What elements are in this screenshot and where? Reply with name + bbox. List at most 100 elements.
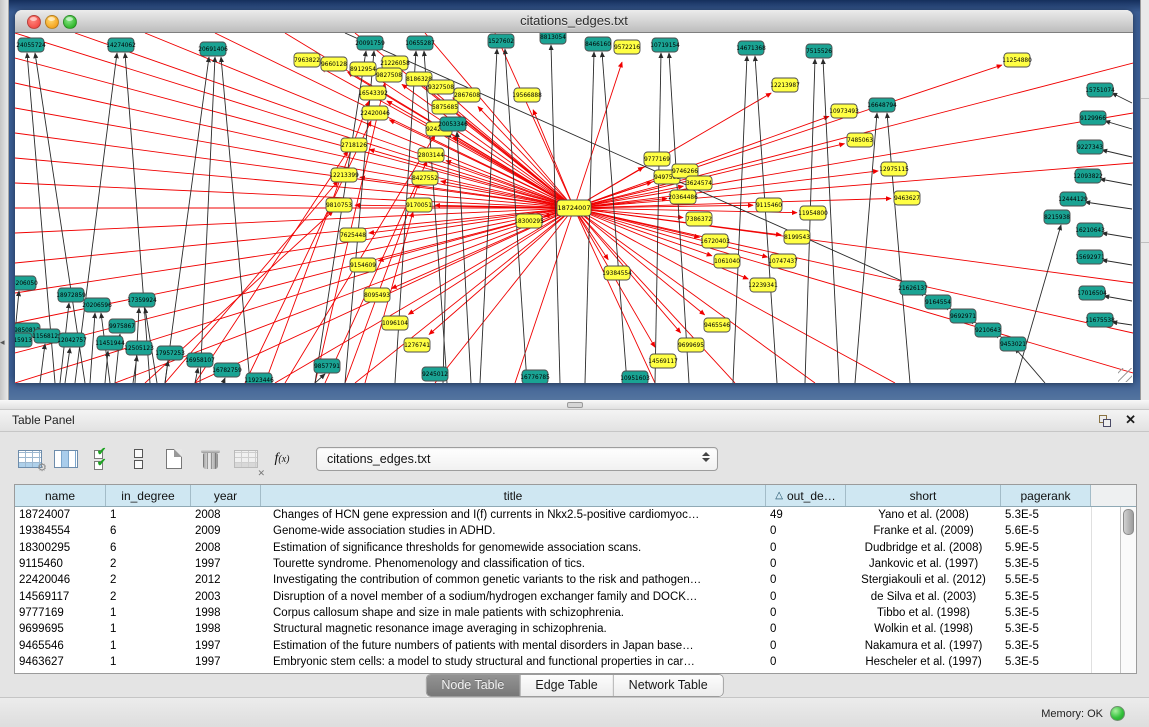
graph-edge-black[interactable] [90,313,95,383]
graph-edge-black[interactable] [1102,150,1132,157]
column-header-title[interactable]: title [261,485,766,506]
graph-edge-black[interactable] [1015,348,1045,383]
graph-node-1061040[interactable]: 1061040 [714,254,740,268]
table-cell-out_degree[interactable]: 0 [766,558,846,570]
table-cell-short[interactable]: Wolkin et al. (1998) [846,623,1001,635]
table-cell-short[interactable]: Stergiakouli et al. (2012) [846,574,1001,586]
graph-edge-red[interactable] [574,116,829,208]
table-cell-year[interactable]: 1997 [191,558,261,570]
graph-node-18724007[interactable]: 18724007 [557,200,591,216]
collapse-panel-arrow-icon[interactable]: ◂ [0,338,5,347]
table-cell-name[interactable]: 14569117 [15,591,106,603]
graph-edge-black[interactable] [1015,225,1061,383]
table-cell-title[interactable]: Investigating the contribution of common… [261,574,766,586]
table-cell-name[interactable]: 9115460 [15,558,106,570]
graph-node-8199543[interactable]: 8199543 [784,230,810,244]
graph-node-9164554[interactable]: 9164554 [925,295,951,309]
table-selector-dropdown[interactable]: citations_edges.txt [316,447,718,471]
graph-node-3624574[interactable]: 3624574 [686,176,712,190]
graph-node-8427552[interactable]: 8427552 [412,171,438,185]
graph-node-19384554[interactable]: 19384554 [602,266,632,280]
table-cell-short[interactable]: Jankovic et al. (1997) [846,558,1001,570]
table-cell-out_degree[interactable]: 0 [766,640,846,652]
table-row[interactable]: 1938455462009Genome-wide association stu… [15,523,1091,539]
graph-edge-black[interactable] [221,57,250,383]
table-cell-year[interactable]: 2003 [191,591,261,603]
table-cell-title[interactable]: Estimation of significance thresholds fo… [261,542,766,554]
table-cell-title[interactable]: Estimation of the future numbers of pati… [261,640,766,652]
graph-edge-black[interactable] [1102,260,1132,265]
table-cell-pagerank[interactable]: 5.3E-5 [1001,509,1091,521]
vertical-scrollbar[interactable] [1120,507,1136,673]
table-cell-short[interactable]: Dudbridge et al. (2008) [846,542,1001,554]
table-row[interactable]: 1830029562008Estimation of significance … [15,540,1091,556]
table-cell-year[interactable]: 1998 [191,623,261,635]
scrollbar-thumb[interactable] [1123,509,1134,535]
table-cell-out_degree[interactable]: 0 [766,591,846,603]
graph-node-1276741[interactable]: 1276741 [404,338,430,352]
graph-node-11254880[interactable]: 11254880 [1002,53,1032,67]
graph-node-16210643[interactable]: 16210643 [1075,223,1105,237]
table-cell-title[interactable]: Genome-wide association studies in ADHD. [261,525,766,537]
column-header-pagerank[interactable]: pagerank [1001,485,1091,506]
table-cell-year[interactable]: 1997 [191,656,261,668]
table-cell-out_degree[interactable]: 0 [766,574,846,586]
table-cell-pagerank[interactable]: 5.3E-5 [1001,591,1091,603]
table-cell-in_degree[interactable]: 1 [106,656,191,668]
graph-node-16648794[interactable]: 16648794 [867,98,897,112]
graph-node-25206050[interactable]: 25206050 [15,276,38,290]
column-header-out_degree[interactable]: △out_de… [766,485,846,506]
table-cell-out_degree[interactable]: 0 [766,525,846,537]
graph-node-16776785[interactable]: 16776785 [520,370,550,383]
graph-edge-black[interactable] [887,113,910,383]
table-row[interactable]: 946362711997Embryonic stem cells: a mode… [15,654,1091,670]
graph-edge-black[interactable] [395,51,416,383]
graph-node-9327508[interactable]: 9327508 [428,80,454,94]
tab-node-table[interactable]: Node Table [426,675,519,696]
table-cell-in_degree[interactable]: 2 [106,591,191,603]
graph-node-9975867[interactable]: 9975867 [109,319,135,333]
table-cell-name[interactable]: 19384554 [15,525,106,537]
table-cell-out_degree[interactable]: 0 [766,607,846,619]
table-cell-title[interactable]: Corpus callosum shape and size in male p… [261,607,766,619]
table-cell-in_degree[interactable]: 1 [106,509,191,521]
graph-node-15751074[interactable]: 15751074 [1085,83,1115,97]
table-cell-name[interactable]: 9465546 [15,640,106,652]
graph-edge-black[interactable] [315,51,366,383]
graph-edge-black[interactable] [40,344,45,383]
graph-node-10973493[interactable]: 10973493 [829,104,859,118]
table-row[interactable]: 946554611997Estimation of the future num… [15,637,1091,653]
table-cell-pagerank[interactable]: 5.6E-5 [1001,525,1091,537]
float-panel-icon[interactable] [1099,415,1111,427]
graph-node-9465546[interactable]: 9465546 [704,318,730,332]
table-cell-title[interactable]: Embryonic stem cells: a model to study s… [261,656,766,668]
resize-grip[interactable] [1118,368,1132,382]
table-cell-name[interactable]: 9463627 [15,656,106,668]
graph-node-7515526[interactable]: 7515526 [806,44,832,58]
table-row[interactable]: 911546021997Tourette syndrome. Phenomeno… [15,556,1091,572]
graph-node-9660128[interactable]: 9660128 [321,57,347,71]
graph-node-9572216[interactable]: 9572216 [614,40,640,54]
graph-node-20691406[interactable]: 20691406 [198,42,228,56]
graph-node-17957253[interactable]: 17957253 [155,346,185,360]
column-header-in_degree[interactable]: in_degree [106,485,191,506]
graph-node-16782759[interactable]: 16782759 [212,363,242,377]
table-cell-year[interactable]: 1997 [191,640,261,652]
column-header-year[interactable]: year [191,485,261,506]
table-cell-title[interactable]: Changes of HCN gene expression and I(f) … [261,509,766,521]
graph-node-12213987[interactable]: 12213987 [770,78,800,92]
graph-node-7963822[interactable]: 7963822 [294,53,320,67]
graph-node-7386372[interactable]: 7386372 [686,212,712,226]
column-header-short[interactable]: short [846,485,1001,506]
splitter-handle-icon[interactable] [567,402,583,408]
graph-edge-black[interactable] [1102,233,1132,238]
graph-edge-black[interactable] [1112,322,1132,325]
table-row[interactable]: 977716911998Corpus callosum shape and si… [15,605,1091,621]
tab-network-table[interactable]: Network Table [613,675,723,696]
network-canvas[interactable]: 7963822966012889129542122605898275088186… [15,33,1133,383]
table-cell-out_degree[interactable]: 0 [766,656,846,668]
row-height-button[interactable] [124,445,152,473]
graph-node-11954800[interactable]: 11954800 [798,206,828,220]
table-cell-name[interactable]: 18724007 [15,509,106,521]
graph-node-2867608[interactable]: 2867608 [454,88,480,102]
